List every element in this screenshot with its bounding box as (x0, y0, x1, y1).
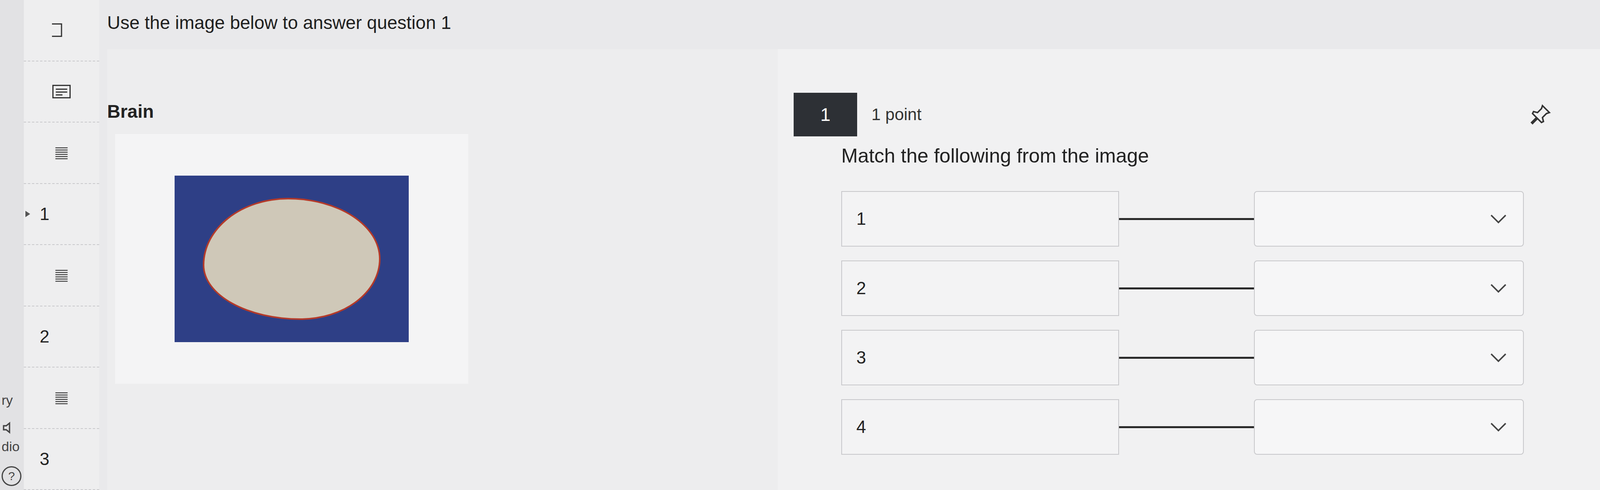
match-label: 1 (841, 191, 1120, 247)
chevron-down-icon (1489, 352, 1508, 364)
figure-panel: Brain (107, 49, 778, 490)
current-marker (25, 211, 31, 218)
list-icon (51, 266, 72, 285)
instruction-text: Use the image below to answer question 1 (107, 11, 1600, 50)
figure-title: Brain (107, 100, 778, 123)
side-rail: ry dio? (0, 0, 24, 490)
match-label: 2 (841, 260, 1120, 317)
nav-number: 2 (39, 326, 50, 347)
question-nav: 1 2 3 (23, 0, 100, 490)
answer-dropdown[interactable] (1253, 399, 1524, 456)
sidebar: ry dio? 1 2 3 (0, 0, 100, 490)
match-connector (1119, 357, 1254, 360)
brain-photo (115, 134, 469, 385)
rail-label: ry (1, 392, 13, 409)
question-prompt: Match the following from the image (793, 136, 1553, 192)
nav-item[interactable] (23, 367, 100, 430)
match-row: 4 (841, 399, 1553, 456)
match-connector (1119, 218, 1254, 221)
nav-item[interactable] (23, 0, 100, 62)
match-connector (1119, 287, 1254, 290)
list-icon (51, 389, 72, 407)
nav-number: 1 (39, 204, 50, 225)
rail-label: dio (1, 439, 20, 455)
document-icon (51, 82, 72, 101)
question-header: 1 1 point (793, 92, 1553, 137)
nav-item[interactable]: 1 (23, 184, 100, 246)
question-points: 1 point (871, 105, 1515, 125)
match-connector (1119, 426, 1254, 429)
chevron-down-icon (1489, 422, 1508, 433)
content-row: Brain 1 1 point Match the following from th… (107, 49, 1600, 490)
chevron-down-icon (1489, 213, 1508, 225)
rail-item[interactable]: ry (0, 392, 24, 409)
question-card: 1 1 point Match the following from the ima… (777, 49, 1600, 490)
nav-item[interactable]: 2 (23, 306, 100, 369)
nav-item[interactable] (23, 61, 100, 124)
quiz-page: rydio?123Use the image below to answer q… (0, 0, 1600, 490)
main-content: Use the image below to answer question 1… (99, 0, 1600, 490)
match-label: 3 (841, 330, 1120, 386)
match-row: 3 (841, 330, 1553, 386)
rail-item[interactable]: dio (0, 420, 24, 455)
pin-icon[interactable] (1528, 102, 1553, 127)
photo-backdrop (174, 175, 409, 343)
list-icon (51, 144, 72, 162)
speaker-icon (1, 420, 18, 437)
match-row: 1 (841, 191, 1553, 247)
answer-dropdown[interactable] (1253, 191, 1524, 247)
match-row: 2 (841, 260, 1553, 317)
brain-shape (202, 198, 381, 321)
nav-item[interactable] (23, 122, 100, 185)
match-label: 4 (841, 399, 1120, 456)
answer-dropdown[interactable] (1253, 330, 1524, 386)
question-number: 1 (793, 92, 858, 137)
chevron-down-icon (1489, 283, 1508, 294)
nav-number: 3 (39, 449, 50, 470)
match-list: 1 2 3 4 (793, 191, 1553, 456)
rail-item[interactable]: ? (0, 466, 24, 487)
help-label: ? (1, 466, 22, 487)
nav-item[interactable]: 3 (23, 429, 100, 490)
box-icon (51, 21, 72, 39)
answer-dropdown[interactable] (1253, 260, 1524, 317)
nav-item[interactable] (23, 245, 100, 307)
